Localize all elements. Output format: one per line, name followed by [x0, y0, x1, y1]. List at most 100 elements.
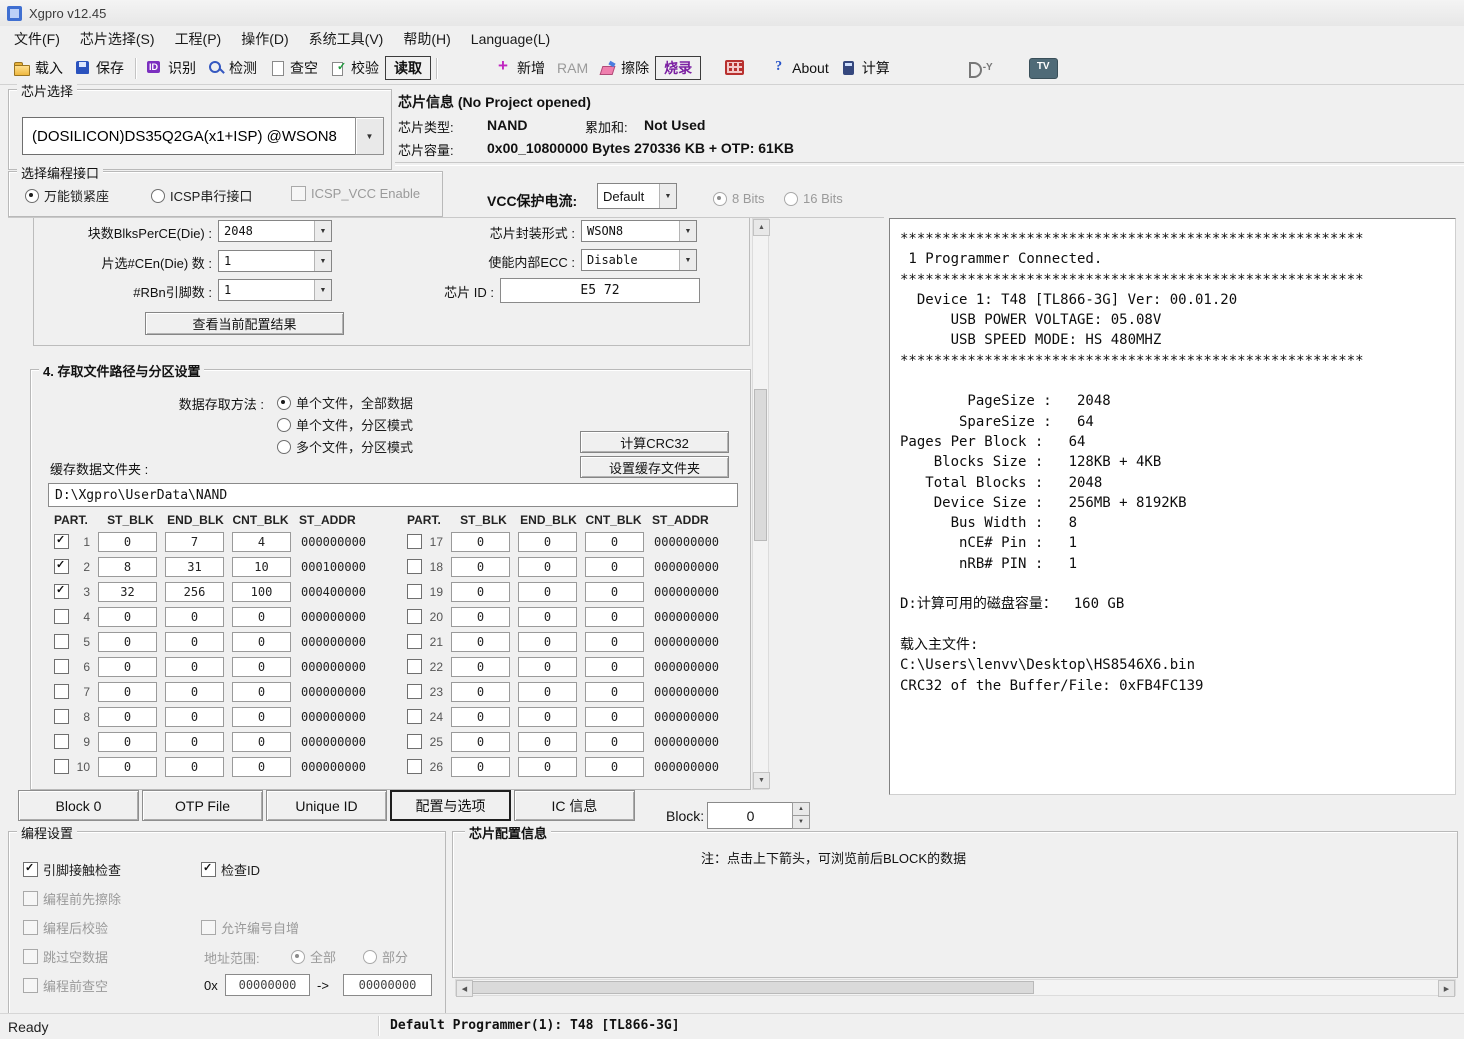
partition-st-blk-input[interactable]: 0	[98, 532, 157, 552]
toolbar-save-button[interactable]: 保存	[69, 55, 130, 81]
toolbar-logic-test-button[interactable]	[962, 57, 1001, 79]
partition-st-blk-input[interactable]: 0	[451, 557, 510, 577]
partition-end-blk-input[interactable]: 0	[518, 632, 577, 652]
scroll-down-button[interactable]: ▼	[753, 772, 770, 789]
ce-count-combo[interactable]: 1 ▼	[218, 250, 332, 272]
partition-cnt-blk-input[interactable]: 0	[232, 732, 291, 752]
partition-end-blk-input[interactable]: 0	[165, 707, 224, 727]
toolbar-tv-button[interactable]	[1023, 55, 1064, 82]
partition-cnt-blk-input[interactable]: 0	[585, 682, 644, 702]
partition-enable-checkbox[interactable]	[54, 759, 69, 774]
access-single-all-radio[interactable]: 单个文件，全部数据	[277, 393, 413, 412]
calc-crc32-button[interactable]: 计算CRC32	[580, 431, 729, 453]
partition-cnt-blk-input[interactable]: 0	[585, 657, 644, 677]
partition-end-blk-input[interactable]: 0	[165, 657, 224, 677]
partition-end-blk-input[interactable]: 256	[165, 582, 224, 602]
partition-enable-checkbox[interactable]	[54, 659, 69, 674]
package-combo[interactable]: WSON8 ▼	[581, 220, 697, 242]
partition-end-blk-input[interactable]: 0	[518, 532, 577, 552]
partition-end-blk-input[interactable]: 0	[518, 657, 577, 677]
partition-enable-checkbox[interactable]	[54, 584, 69, 599]
toolbar-load-button[interactable]: 载入	[8, 55, 69, 81]
partition-end-blk-input[interactable]: 0	[518, 607, 577, 627]
menu-system-tools[interactable]: 系统工具(V)	[299, 26, 394, 52]
partition-st-blk-input[interactable]: 0	[98, 757, 157, 777]
socket-radio-option[interactable]: 万能锁紧座	[25, 186, 109, 205]
partition-st-blk-input[interactable]: 0	[451, 657, 510, 677]
partition-st-blk-input[interactable]: 0	[451, 757, 510, 777]
partition-cnt-blk-input[interactable]: 100	[232, 582, 291, 602]
partition-enable-checkbox[interactable]	[54, 559, 69, 574]
partition-enable-checkbox[interactable]	[407, 584, 422, 599]
scroll-right-button[interactable]: ▶	[1438, 980, 1455, 997]
set-cache-folder-button[interactable]: 设置缓存文件夹	[580, 456, 729, 478]
bottom-horizontal-scrollbar[interactable]: ◀ ▶	[455, 979, 1456, 996]
chip-select-dropdown-button[interactable]: ▼	[355, 117, 384, 155]
partition-st-blk-input[interactable]: 0	[451, 532, 510, 552]
toolbar-socket-button[interactable]	[717, 56, 753, 80]
partition-st-blk-input[interactable]: 0	[98, 732, 157, 752]
bus-16bits-radio-option[interactable]: 16 Bits	[784, 191, 843, 206]
partition-end-blk-input[interactable]: 0	[165, 757, 224, 777]
blocks-per-ce-combo[interactable]: 2048 ▼	[218, 220, 332, 242]
partition-cnt-blk-input[interactable]: 0	[585, 757, 644, 777]
chip-id-field[interactable]: E5 72	[500, 278, 700, 303]
partition-st-blk-input[interactable]: 0	[98, 607, 157, 627]
range-part-radio[interactable]: 部分	[363, 947, 408, 966]
toolbar-calc-button[interactable]: 计算	[835, 55, 896, 81]
tab-config-options[interactable]: 配置与选项	[390, 790, 511, 821]
partition-enable-checkbox[interactable]	[54, 634, 69, 649]
menu-file[interactable]: 文件(F)	[4, 26, 70, 52]
access-single-part-radio[interactable]: 单个文件，分区模式	[277, 415, 413, 434]
partition-end-blk-input[interactable]: 0	[165, 682, 224, 702]
toolbar-blank-check-button[interactable]: 查空	[263, 55, 324, 81]
horizontal-scrollbar-thumb[interactable]	[472, 981, 1034, 994]
menu-project[interactable]: 工程(P)	[165, 26, 232, 52]
partition-cnt-blk-input[interactable]: 0	[232, 607, 291, 627]
scroll-up-button[interactable]: ▲	[753, 219, 770, 236]
partition-cnt-blk-input[interactable]: 0	[585, 732, 644, 752]
partition-enable-checkbox[interactable]	[407, 534, 422, 549]
partition-st-blk-input[interactable]: 0	[451, 732, 510, 752]
blank-check-before-checkbox[interactable]: 编程前查空	[23, 976, 108, 995]
partition-cnt-blk-input[interactable]: 0	[232, 707, 291, 727]
tab-unique-id[interactable]: Unique ID	[266, 790, 387, 821]
erase-before-checkbox[interactable]: 编程前先擦除	[23, 889, 121, 908]
menu-chip-select[interactable]: 芯片选择(S)	[70, 26, 165, 52]
bus-8bits-radio-option[interactable]: 8 Bits	[713, 191, 765, 206]
scroll-left-button[interactable]: ◀	[456, 980, 473, 997]
partition-cnt-blk-input[interactable]: 0	[232, 682, 291, 702]
partition-cnt-blk-input[interactable]: 0	[585, 707, 644, 727]
partition-st-blk-input[interactable]: 0	[98, 707, 157, 727]
partition-end-blk-input[interactable]: 0	[165, 607, 224, 627]
console-panel[interactable]: ****************************************…	[889, 218, 1456, 795]
skip-blank-checkbox[interactable]: 跳过空数据	[23, 947, 108, 966]
partition-cnt-blk-input[interactable]: 0	[232, 757, 291, 777]
tab-otp-file[interactable]: OTP File	[142, 790, 263, 821]
partition-st-blk-input[interactable]: 0	[451, 682, 510, 702]
vertical-scrollbar-thumb[interactable]	[754, 389, 767, 541]
partition-st-blk-input[interactable]: 8	[98, 557, 157, 577]
partition-cnt-blk-input[interactable]: 0	[232, 657, 291, 677]
partition-cnt-blk-input[interactable]: 10	[232, 557, 291, 577]
partition-cnt-blk-input[interactable]: 0	[585, 607, 644, 627]
internal-ecc-combo[interactable]: Disable ▼	[581, 249, 697, 271]
partition-end-blk-input[interactable]: 0	[518, 732, 577, 752]
partition-enable-checkbox[interactable]	[407, 659, 422, 674]
toolbar-read-button[interactable]: 读取	[385, 56, 431, 80]
partition-cnt-blk-input[interactable]: 0	[585, 582, 644, 602]
partition-cnt-blk-input[interactable]: 0	[585, 532, 644, 552]
chip-select-combo[interactable]: (DOSILICON)DS35Q2GA(x1+ISP) @WSON8	[22, 117, 360, 155]
addr-from-field[interactable]: 00000000	[225, 974, 310, 996]
partition-end-blk-input[interactable]: 0	[165, 732, 224, 752]
rbn-count-combo[interactable]: 1 ▼	[218, 279, 332, 301]
partition-end-blk-input[interactable]: 31	[165, 557, 224, 577]
menu-help[interactable]: 帮助(H)	[393, 26, 460, 52]
pin-check-checkbox[interactable]: 引脚接触检查	[23, 860, 121, 879]
block-number-field[interactable]: 0	[707, 802, 794, 829]
view-config-button[interactable]: 查看当前配置结果	[145, 312, 344, 335]
partition-st-blk-input[interactable]: 0	[98, 657, 157, 677]
left-panel-scrollbar[interactable]: ▲ ▼	[752, 218, 769, 790]
cache-folder-path-field[interactable]: D:\Xgpro\UserData\NAND	[48, 483, 738, 507]
range-all-radio[interactable]: 全部	[291, 947, 336, 966]
